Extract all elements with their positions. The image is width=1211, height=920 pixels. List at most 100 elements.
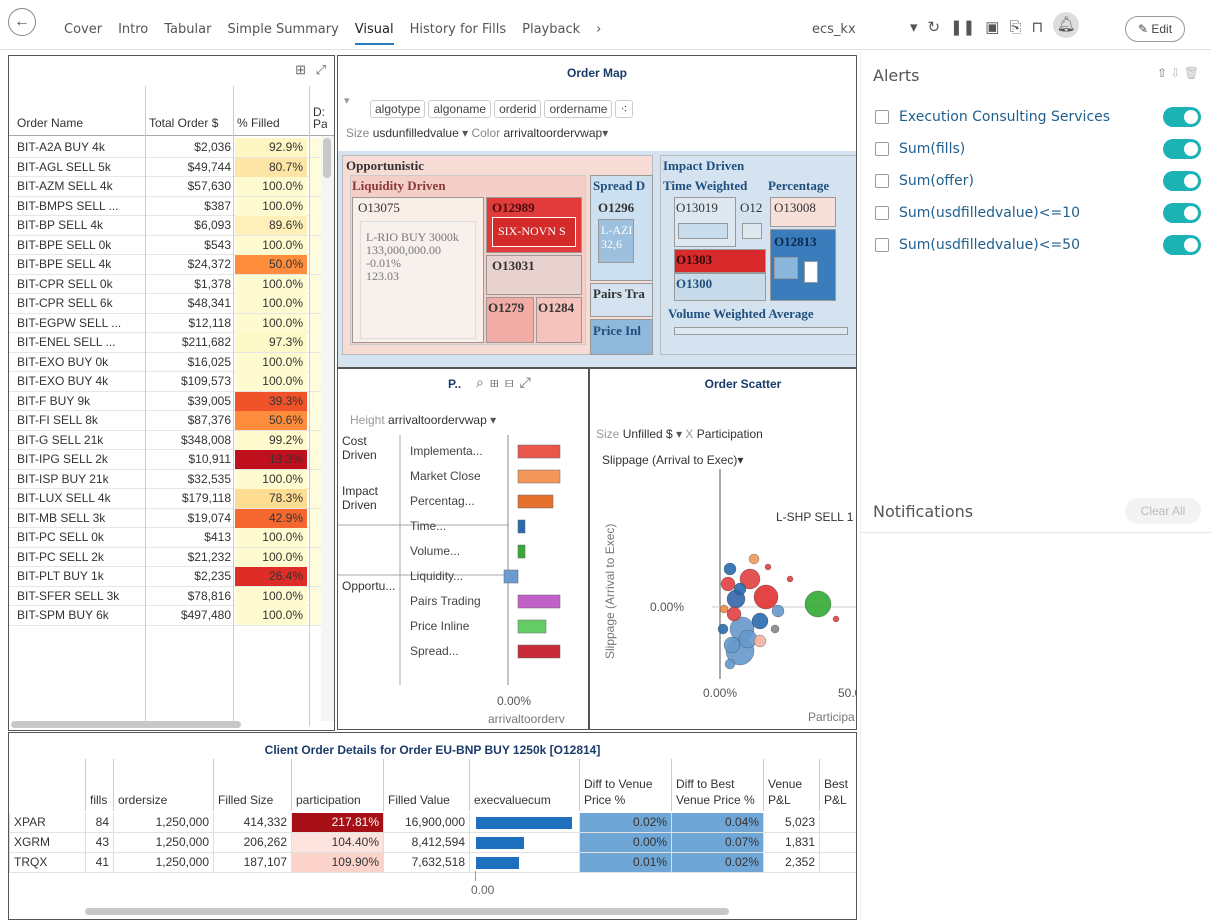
tile-small-2[interactable] [742, 223, 762, 239]
table-row[interactable]: BIT-SFER SELL 3k $78,816 100.0% [9, 586, 334, 606]
col-header[interactable]: Filled Size [213, 759, 291, 811]
table-row[interactable]: BIT-PLT BUY 1k $2,235 26.4% [9, 567, 334, 587]
chip-ordername[interactable]: ordername [544, 100, 613, 118]
scatter-point[interactable] [723, 636, 741, 654]
bar[interactable] [503, 569, 519, 584]
scatter-point[interactable] [717, 623, 729, 635]
tab-simple-summary[interactable]: Simple Summary [227, 14, 338, 45]
col-header[interactable]: Diff to Venue Price % [579, 759, 671, 811]
scatter-point[interactable] [770, 624, 780, 634]
table-row[interactable]: BIT-EGPW SELL ... $12,118 100.0% [9, 313, 334, 333]
excel-export-icon[interactable]: ⊞ [295, 62, 306, 78]
table-row[interactable]: BIT-A2A BUY 4k $2,036 92.9% [9, 138, 334, 158]
chip-algotype[interactable]: algotype [370, 100, 426, 118]
bell-icon[interactable]: 🔔︎ [1053, 12, 1080, 38]
grid-icon[interactable]: ⊟ [505, 374, 520, 390]
scatter-point[interactable] [832, 615, 840, 623]
table-row[interactable]: BIT-SPM BUY 6k $497,480 100.0% [9, 606, 334, 626]
table-row[interactable]: BIT-EXO BUY 4k $109,573 100.0% [9, 372, 334, 392]
tile-vwap[interactable] [674, 327, 848, 335]
expand-icon[interactable]: ⤢ [520, 374, 537, 390]
size-value[interactable]: usdunfilledvalue [373, 126, 459, 140]
trash-icon[interactable]: 🗑︎ [1184, 66, 1199, 80]
snapshot-icon[interactable]: ▣ [985, 18, 999, 36]
search-icon[interactable]: ⌕ [476, 374, 490, 390]
alert-toggle[interactable] [1163, 107, 1201, 127]
expand-icon[interactable]: ⤢ [316, 62, 326, 78]
tab-history-for-fills[interactable]: History for Fills [410, 14, 507, 45]
alert-checkbox[interactable] [875, 238, 889, 252]
scatter-point[interactable] [723, 562, 737, 576]
table-row[interactable]: BIT-FI SELL 8k $87,376 50.6% [9, 411, 334, 431]
table-row[interactable]: BIT-ENEL SELL ... $211,682 97.3% [9, 333, 334, 353]
height-selector[interactable]: Height arrivaltoordervwap ▾ [350, 413, 496, 427]
table-row[interactable]: BIT-BP SELL 4k $6,093 89.6% [9, 216, 334, 236]
download-icon[interactable]: ⇩ [1170, 66, 1183, 80]
dropdown-caret-icon[interactable]: ▾ [910, 18, 918, 36]
more-tabs-icon[interactable]: › [596, 14, 601, 45]
alert-toggle[interactable] [1163, 139, 1201, 159]
col-header[interactable]: fills [85, 759, 113, 811]
collapse-caret-icon[interactable]: ▾ [344, 94, 350, 107]
alert-toggle[interactable] [1163, 171, 1201, 191]
scatter-point[interactable] [771, 604, 785, 618]
scatter-point[interactable] [751, 612, 769, 630]
back-arrow-icon[interactable]: ← [8, 8, 36, 36]
table-row[interactable]: BIT-CPR SELL 6k $48,341 100.0% [9, 294, 334, 314]
alert-checkbox[interactable] [875, 174, 889, 188]
table-row[interactable]: BIT-EXO BUY 0k $16,025 100.0% [9, 352, 334, 372]
table-row[interactable]: BIT-ISP BUY 21k $32,535 100.0% [9, 469, 334, 489]
table-row[interactable]: BIT-MB SELL 3k $19,074 42.9% [9, 508, 334, 528]
bar[interactable] [517, 469, 561, 484]
col-header[interactable]: Best P&L [819, 759, 856, 811]
alert-toggle[interactable] [1163, 235, 1201, 255]
scatter-size-selector[interactable]: Size Unfilled $ ▾ X Participation [596, 427, 763, 441]
scatter-point[interactable] [764, 563, 772, 571]
col-header[interactable]: Venue P&L [763, 759, 819, 811]
col-header[interactable]: ordersize [113, 759, 173, 811]
tile-small-3[interactable] [774, 257, 798, 279]
table-row[interactable]: BIT-PC SELL 2k $21,232 100.0% [9, 547, 334, 567]
alert-item[interactable]: Sum(offer) [875, 170, 1201, 192]
alert-checkbox[interactable] [875, 142, 889, 156]
tile-small-4[interactable] [804, 261, 818, 283]
tab-tabular[interactable]: Tabular [164, 14, 211, 45]
scatter-point[interactable] [753, 634, 767, 648]
col-extra[interactable]: D: Pa [313, 106, 327, 130]
scatter-point[interactable] [748, 553, 760, 565]
scatter-point[interactable] [719, 604, 729, 614]
add-field-icon[interactable]: ⁖ [615, 100, 633, 118]
col-pct-filled[interactable]: % Filled [237, 116, 280, 130]
col-header[interactable]: Diff to Best Venue Price % [671, 759, 763, 811]
table-row[interactable]: BIT-PC SELL 0k $413 100.0% [9, 528, 334, 548]
alert-item[interactable]: Sum(usdfilledvalue)<=10 [875, 202, 1201, 224]
alert-checkbox[interactable] [875, 206, 889, 220]
edit-button[interactable]: ✎ Edit [1125, 16, 1185, 42]
color-value[interactable]: arrivaltoordervwap [503, 126, 602, 140]
bar[interactable] [517, 644, 561, 659]
alert-item[interactable]: Sum(usdfilledvalue)<=50 [875, 234, 1201, 256]
alert-checkbox[interactable] [875, 110, 889, 124]
tab-visual[interactable]: Visual [354, 14, 394, 45]
table-row[interactable]: BIT-BPE SELL 4k $24,372 50.0% [9, 255, 334, 275]
horizontal-scrollbar-bottom[interactable] [85, 908, 729, 915]
tab-cover[interactable]: Cover [64, 14, 102, 45]
col-header[interactable]: Filled Value [383, 759, 469, 811]
table-row[interactable]: TRQX 41 1,250,000 187,107 109.90% 7,632,518 0.… [9, 853, 856, 873]
vertical-scrollbar[interactable] [321, 136, 334, 721]
excel-icon[interactable]: ⊞ [490, 374, 505, 390]
table-row[interactable]: BIT-IPG SELL 2k $10,911 13.3% [9, 450, 334, 470]
alert-item[interactable]: Execution Consulting Services [875, 106, 1201, 128]
col-header[interactable]: participation [291, 759, 383, 811]
table-row[interactable]: BIT-BMPS SELL ... $387 100.0% [9, 196, 334, 216]
scatter-point[interactable] [753, 584, 779, 610]
table-row[interactable]: BIT-AGL SELL 5k $49,744 80.7% [9, 157, 334, 177]
chip-orderid[interactable]: orderid [494, 100, 542, 118]
scatter-point[interactable] [724, 658, 736, 670]
bar[interactable] [517, 544, 526, 559]
pause-icon[interactable]: ❚❚ [950, 18, 975, 36]
chip-algoname[interactable]: algoname [428, 100, 492, 118]
alert-toggle[interactable] [1163, 203, 1201, 223]
scatter-point[interactable] [733, 582, 747, 596]
tab-playback[interactable]: Playback [522, 14, 580, 45]
